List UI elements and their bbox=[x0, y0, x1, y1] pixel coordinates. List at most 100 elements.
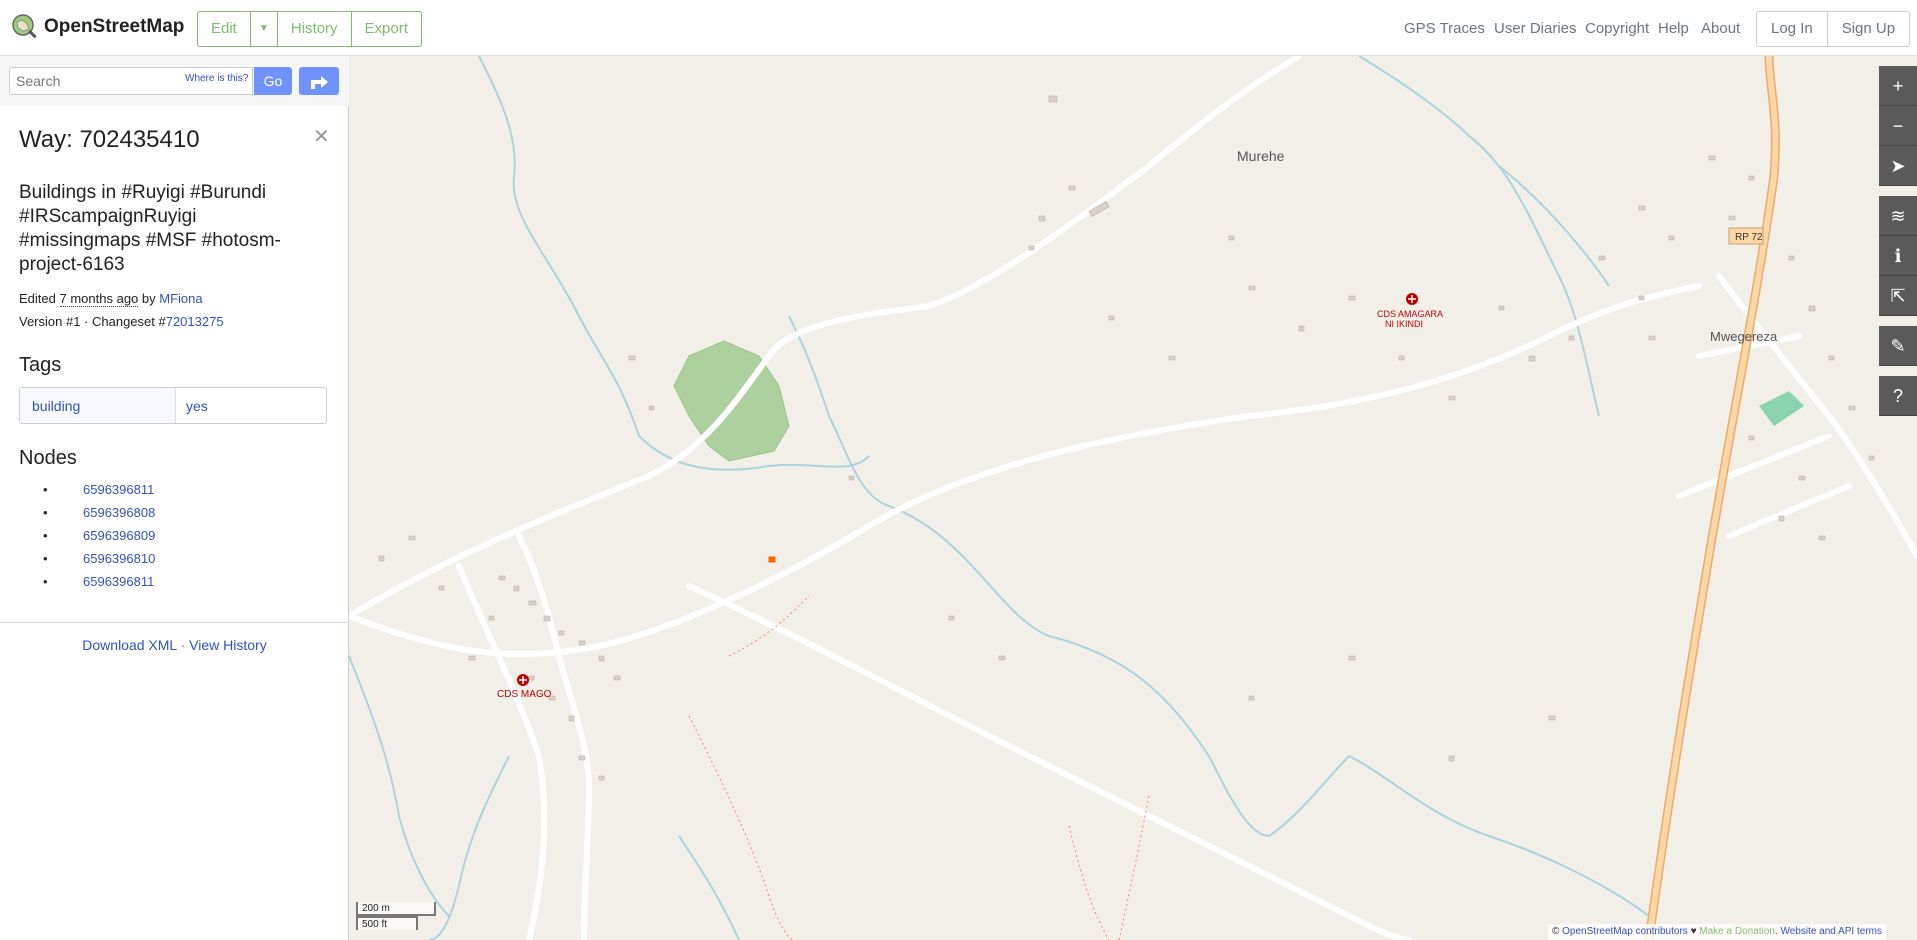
directions-button[interactable] bbox=[299, 67, 339, 95]
export-button[interactable]: Export bbox=[352, 12, 421, 46]
tag-value[interactable]: yes bbox=[176, 388, 218, 423]
list-item: 6596396810 bbox=[43, 551, 155, 574]
edit-dropdown-caret-icon[interactable]: ▼ bbox=[251, 12, 278, 46]
scale-bar: 200 m 500 ft bbox=[356, 902, 436, 930]
forest-area bbox=[673, 340, 790, 462]
download-xml-link[interactable]: Download XML bbox=[82, 637, 176, 653]
list-item: 6596396809 bbox=[43, 528, 155, 551]
edit-button-group: Edit ▼ History Export bbox=[197, 11, 422, 47]
header: OpenStreetMap Edit ▼ History Export GPS … bbox=[0, 0, 1917, 56]
user-link[interactable]: MFiona bbox=[159, 291, 202, 306]
history-button[interactable]: History bbox=[278, 12, 352, 46]
road bbox=[456, 563, 548, 940]
footpath bbox=[1118, 795, 1150, 940]
feature-title: Way: 702435410 bbox=[19, 126, 200, 153]
map-controls: + − ➤ ≋ ℹ ⇱ ✎ ? bbox=[1879, 66, 1917, 416]
tags-heading: Tags bbox=[19, 354, 62, 376]
edited-prefix: Edited bbox=[19, 291, 56, 306]
auth-button-group: Log In Sign Up bbox=[1756, 11, 1911, 47]
stream bbox=[1358, 56, 1600, 417]
search-bar: Search Where is this? Go bbox=[0, 56, 349, 106]
nav-help[interactable]: Help bbox=[1658, 20, 1689, 37]
donate-link[interactable]: Make a Donation bbox=[1699, 926, 1775, 937]
version-label: Version #1 · Changeset # bbox=[19, 314, 166, 329]
directions-icon bbox=[311, 76, 328, 89]
tags-table: building yes bbox=[19, 387, 327, 424]
copyright-symbol: © bbox=[1552, 926, 1560, 937]
view-history-link[interactable]: View History bbox=[189, 637, 267, 653]
place-label-murehe: Murehe bbox=[1237, 148, 1285, 164]
footpath bbox=[688, 715, 795, 940]
by-label: by bbox=[141, 291, 156, 306]
map-key-icon[interactable]: ℹ bbox=[1879, 236, 1917, 276]
stream bbox=[349, 655, 450, 917]
stream bbox=[888, 505, 1350, 838]
brand-title[interactable]: OpenStreetMap bbox=[44, 16, 184, 38]
list-item: 6596396808 bbox=[43, 505, 155, 528]
locate-icon[interactable]: ➤ bbox=[1879, 146, 1917, 186]
road-ref-label: RP 72 bbox=[1735, 232, 1763, 243]
pitch-area bbox=[1759, 391, 1804, 426]
nodes-heading: Nodes bbox=[19, 447, 77, 469]
changeset-link[interactable]: 72013275 bbox=[166, 314, 224, 329]
stream bbox=[788, 315, 890, 507]
footpath bbox=[1068, 825, 1110, 940]
edited-time: 7 months ago bbox=[59, 291, 139, 307]
node-link[interactable]: 6596396808 bbox=[83, 505, 155, 520]
list-item: 6596396811 bbox=[43, 574, 155, 597]
selected-building bbox=[768, 556, 776, 563]
tag-key[interactable]: building bbox=[20, 388, 176, 423]
zoom-out-icon[interactable]: − bbox=[1879, 106, 1917, 146]
nav-user-diaries[interactable]: User Diaries bbox=[1494, 20, 1577, 37]
divider bbox=[0, 622, 349, 623]
link-separator: · bbox=[180, 637, 186, 653]
where-is-this-link[interactable]: Where is this? bbox=[185, 73, 248, 84]
nav-about[interactable]: About bbox=[1701, 20, 1740, 37]
stream bbox=[678, 835, 740, 940]
signup-button[interactable]: Sign Up bbox=[1828, 12, 1909, 46]
map-view[interactable]: Murehe Mwegereza CDS AMAGARA NI IKINDI C… bbox=[349, 56, 1917, 940]
road bbox=[1726, 483, 1852, 539]
stream bbox=[478, 56, 640, 437]
contributors-link[interactable]: OpenStreetMap contributors bbox=[1562, 926, 1688, 937]
hospital-label-amagara-1: CDS AMAGARA bbox=[1377, 309, 1443, 319]
go-button[interactable]: Go bbox=[254, 67, 292, 95]
scale-imperial: 500 ft bbox=[356, 916, 418, 930]
share-icon[interactable]: ⇱ bbox=[1879, 276, 1917, 316]
login-button[interactable]: Log In bbox=[1757, 12, 1828, 46]
version-info: Version #1 · Changeset #72013275 bbox=[19, 314, 224, 329]
edit-info: Edited 7 months ago by MFiona bbox=[19, 291, 203, 307]
terms-link[interactable]: Website and API terms bbox=[1780, 926, 1882, 937]
nav-copyright[interactable]: Copyright bbox=[1585, 20, 1649, 37]
query-features-icon[interactable]: ? bbox=[1879, 376, 1917, 416]
heart-icon: ♥ bbox=[1690, 926, 1697, 937]
map-canvas[interactable]: Murehe Mwegereza CDS AMAGARA NI IKINDI C… bbox=[349, 56, 1917, 940]
add-note-icon[interactable]: ✎ bbox=[1879, 326, 1917, 366]
scale-metric: 200 m bbox=[356, 902, 436, 916]
zoom-in-icon[interactable]: + bbox=[1879, 66, 1917, 106]
road bbox=[686, 583, 1412, 940]
node-link[interactable]: 6596396811 bbox=[83, 574, 154, 589]
stream bbox=[1348, 755, 1650, 917]
edit-button[interactable]: Edit bbox=[198, 12, 251, 46]
road bbox=[349, 56, 1302, 619]
hospital-label-mago: CDS MAGO bbox=[497, 689, 552, 700]
hospital-label-amagara-2: NI IKINDI bbox=[1385, 319, 1423, 329]
sidebar: Search Where is this? Go Way: 702435410 … bbox=[0, 56, 349, 940]
stream bbox=[428, 755, 510, 940]
nodes-list: 6596396811 6596396808 6596396809 6596396… bbox=[43, 482, 155, 597]
feature-footer-links: Download XML · View History bbox=[0, 637, 349, 653]
road bbox=[349, 283, 1702, 658]
osm-logo-icon[interactable] bbox=[10, 12, 40, 42]
road bbox=[1676, 433, 1832, 499]
node-link[interactable]: 6596396811 bbox=[83, 482, 154, 497]
attribution: © OpenStreetMap contributors ♥ Make a Do… bbox=[1548, 924, 1886, 940]
feature-description: Buildings in #Ruyigi #Burundi #IRScampai… bbox=[19, 182, 281, 275]
list-item: 6596396811 bbox=[43, 482, 155, 505]
node-link[interactable]: 6596396810 bbox=[83, 551, 155, 566]
nav-gps-traces[interactable]: GPS Traces bbox=[1404, 20, 1485, 37]
place-label-mwegereza: Mwegereza bbox=[1710, 329, 1778, 344]
layers-icon[interactable]: ≋ bbox=[1879, 196, 1917, 236]
node-link[interactable]: 6596396809 bbox=[83, 528, 155, 543]
close-icon[interactable]: ✕ bbox=[313, 124, 330, 149]
